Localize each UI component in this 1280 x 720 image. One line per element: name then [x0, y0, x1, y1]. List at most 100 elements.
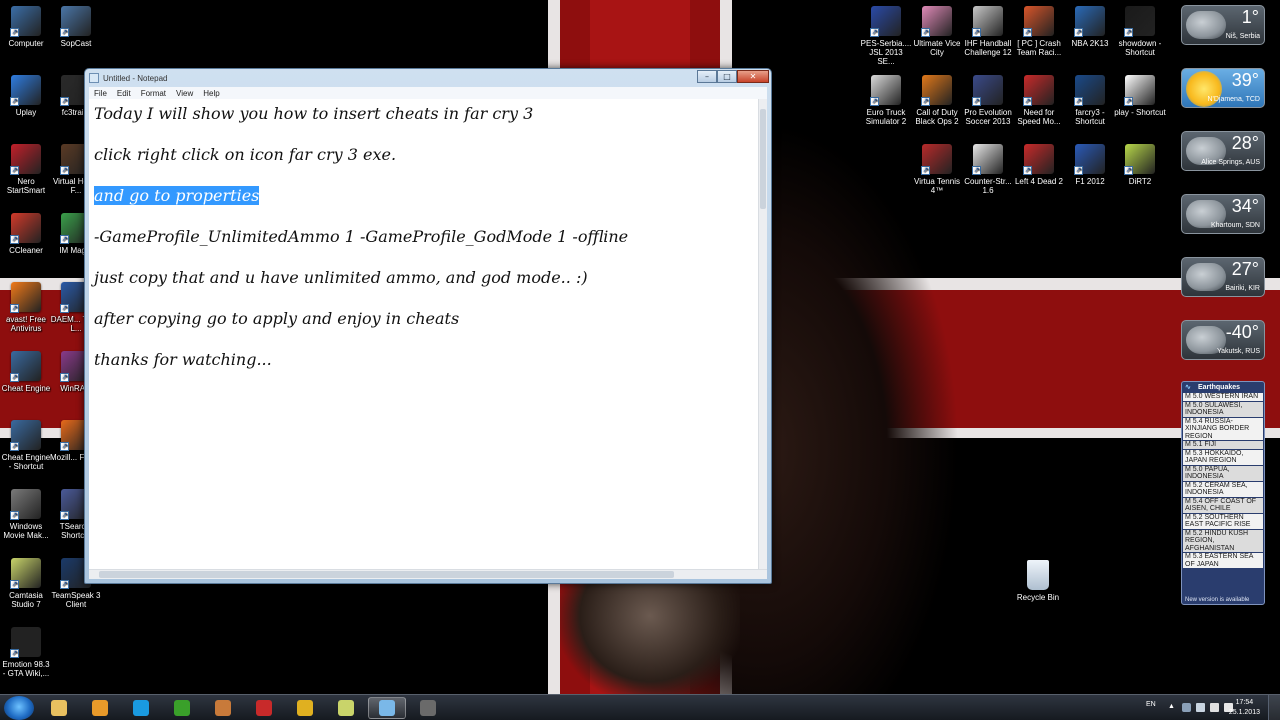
desktop-icon-label: Left 4 Dead 2	[1014, 177, 1064, 186]
desktop-icon-movie-maker[interactable]: ↗ Windows Movie Mak...	[0, 489, 52, 540]
desktop-icon-cheat-engine[interactable]: ↗ Cheat Engine	[0, 351, 52, 393]
desktop-icon-f1[interactable]: ↗ F1 2012	[1064, 144, 1116, 186]
text-editor-area[interactable]: Today I will show you how to insert chea…	[89, 99, 767, 569]
pes2013-icon: ↗	[972, 75, 1003, 106]
taskbar-button-game[interactable]	[409, 697, 447, 719]
desktop-icon-nfs[interactable]: ↗ Need for Speed Mo...	[1013, 75, 1065, 126]
weather-gadget[interactable]: 39° N'Djamena, TCD	[1181, 68, 1265, 108]
earthquake-item[interactable]: M 5.0 SULAWESI, INDONESIA	[1183, 401, 1263, 417]
desktop-icon-label: Euro Truck Simulator 2	[865, 108, 907, 126]
vertical-scroll-thumb[interactable]	[760, 109, 766, 209]
desktop-icon-label: Cheat Engine	[1, 384, 51, 393]
taskbar-button-utorrent[interactable]	[163, 697, 201, 719]
desktop-icon-counter-strike[interactable]: ↗ Counter-Str... 1.6	[962, 144, 1014, 195]
taskbar-button-media-player[interactable]	[81, 697, 119, 719]
menu-help[interactable]: Help	[198, 89, 224, 98]
movie-maker-icon: ↗	[10, 489, 41, 520]
desktop-icon-cod[interactable]: ↗ Call of Duty Black Ops 2	[911, 75, 963, 126]
earthquake-item[interactable]: M 5.0 PAPUA, INDONESIA	[1183, 465, 1263, 481]
earthquakes-footer[interactable]: New version is available	[1185, 597, 1249, 603]
maximize-button[interactable]: □	[717, 70, 737, 83]
show-hidden-icons-icon[interactable]: ▲	[1168, 703, 1177, 712]
desktop-icon-nba[interactable]: ↗ NBA 2K13	[1064, 6, 1116, 48]
desktop-icon-ccleaner[interactable]: ↗ CCleaner	[0, 213, 52, 255]
desktop-icon-emotion[interactable]: ↗ Emotion 98.3 - GTA Wiki,...	[0, 627, 52, 678]
weather-gadget[interactable]: 27° Bairiki, KIR	[1181, 257, 1265, 297]
vertical-scrollbar[interactable]	[758, 99, 767, 569]
close-button[interactable]: ✕	[737, 70, 769, 83]
desktop-icon-avast[interactable]: ↗ avast! Free Antivirus	[0, 282, 52, 333]
recycle-bin[interactable]: Recycle Bin	[1012, 560, 1064, 602]
language-indicator[interactable]: EN	[1146, 701, 1156, 708]
notepad-window[interactable]: Untitled - Notepad – □ ✕ File Edit Forma…	[84, 68, 772, 584]
desktop-icon-crash-team[interactable]: ↗ [ PC ] Crash Team Raci...	[1013, 6, 1065, 57]
shortcut-arrow-icon: ↗	[60, 511, 69, 520]
desktop-icon-virtua-tennis[interactable]: ↗ Virtua Tennis 4™	[911, 144, 963, 195]
earthquake-item[interactable]: M 5.2 SOUTHERN EAST PACIFIC RISE	[1183, 513, 1263, 529]
desktop-icon-nero[interactable]: ↗ Nero StartSmart	[0, 144, 52, 195]
taskbar-button-explorer[interactable]	[40, 697, 78, 719]
desktop-icon-showdown[interactable]: ↗ showdown - Shortcut	[1114, 6, 1166, 57]
desktop-icon-l4d2[interactable]: ↗ Left 4 Dead 2	[1013, 144, 1065, 186]
desktop-icon-camtasia[interactable]: ↗ Camtasia Studio 7	[0, 558, 52, 609]
desktop-icon-pes2013[interactable]: ↗ Pro Evolution Soccer 2013	[962, 75, 1014, 126]
network-icon[interactable]	[1196, 703, 1205, 712]
taskbar-button-notepad[interactable]	[368, 697, 406, 719]
weather-temperature: 27°	[1231, 259, 1259, 279]
desktop-icon-euro-truck[interactable]: ↗ Euro Truck Simulator 2	[860, 75, 912, 126]
notepad-titlebar[interactable]: Untitled - Notepad	[85, 69, 771, 87]
weather-gadget[interactable]: 34° Khartoum, SDN	[1181, 194, 1265, 234]
desktop-icon-uplay[interactable]: ↗ Uplay	[0, 75, 52, 117]
desktop-icon-cheat-engine-shortcut[interactable]: ↗ Cheat Engine - Shortcut	[0, 420, 52, 471]
earthquake-item[interactable]: M 5.4 RUSSIA-XINJIANG BORDER REGION	[1183, 417, 1263, 440]
taskbar-button-tool[interactable]	[204, 697, 242, 719]
earthquake-item[interactable]: M 5.0 WESTERN IRAN	[1183, 393, 1263, 401]
earthquakes-gadget[interactable]: ∿ Earthquakes M 5.0 WESTERN IRAN M 5.0 SU…	[1181, 381, 1265, 605]
flag-icon[interactable]	[1210, 703, 1219, 712]
menu-edit[interactable]: Edit	[112, 89, 136, 98]
text-line[interactable]: thanks for watching...	[94, 350, 272, 369]
desktop-icon-dirt2[interactable]: ↗ DiRT2	[1114, 144, 1166, 186]
text-line[interactable]: after copying go to apply and enjoy in c…	[94, 309, 459, 328]
menu-format[interactable]: Format	[136, 89, 171, 98]
taskbar-button-recorder[interactable]	[245, 697, 283, 719]
weather-temperature: 34°	[1231, 196, 1259, 216]
minimize-button[interactable]: –	[697, 70, 717, 83]
taskbar-button-chrome[interactable]	[286, 697, 324, 719]
desktop-icon-farcry3[interactable]: ↗ farcry3 - Shortcut	[1064, 75, 1116, 126]
weather-gadget[interactable]: 1° Niš, Serbia	[1181, 5, 1265, 45]
earthquake-item[interactable]: M 5.3 HOKKAIDO, JAPAN REGION	[1183, 449, 1263, 465]
earthquake-item[interactable]: M 5.2 CERAM SEA, INDONESIA	[1183, 481, 1263, 497]
weather-gadget[interactable]: 28° Alice Springs, AUS	[1181, 131, 1265, 171]
selected-text-line[interactable]: and go to properties	[94, 186, 260, 205]
weather-gadget[interactable]: -40° Yakutsk, RUS	[1181, 320, 1265, 360]
desktop-icon-sopcast[interactable]: ↗ SopCast	[50, 6, 102, 48]
horizontal-scroll-thumb[interactable]	[99, 571, 674, 578]
desktop-icon-play[interactable]: ↗ play - Shortcut	[1114, 75, 1166, 117]
earthquake-item[interactable]: M 5.1 FIJI	[1183, 441, 1263, 449]
shortcut-arrow-icon: ↗	[921, 28, 930, 37]
start-button[interactable]	[4, 696, 34, 720]
earthquake-item[interactable]: M 5.3 EASTERN SEA OF JAPAN	[1183, 553, 1263, 568]
desktop-icon-vice-city[interactable]: ↗ Ultimate Vice City	[911, 6, 963, 57]
taskbar-button-camtasia[interactable]	[327, 697, 365, 719]
earthquake-item[interactable]: M 5.4 OFF COAST OF AISEN, CHILE	[1183, 497, 1263, 513]
desktop-icon-label: Call of Duty Black Ops 2	[915, 108, 959, 126]
tray-app-icon[interactable]	[1182, 703, 1191, 712]
text-line[interactable]: just copy that and u have unlimited ammo…	[94, 268, 588, 287]
text-line[interactable]: -GameProfile_UnlimitedAmmo 1 -GameProfil…	[94, 227, 628, 246]
taskbar-button-skype[interactable]	[122, 697, 160, 719]
cheat-engine-shortcut-icon: ↗	[10, 420, 41, 451]
horizontal-scrollbar[interactable]	[89, 569, 767, 579]
menu-view[interactable]: View	[171, 89, 198, 98]
text-line[interactable]: Today I will show you how to insert chea…	[94, 104, 533, 123]
clock[interactable]: 17:54 25.1.2013	[1229, 698, 1260, 718]
shortcut-arrow-icon: ↗	[10, 304, 19, 313]
text-line[interactable]: click right click on icon far cry 3 exe.	[94, 145, 396, 164]
desktop-icon-pes[interactable]: ↗ PES-Serbia.... JSL 2013 SE...	[860, 6, 912, 66]
earthquake-item[interactable]: M 5.2 HINDU KUSH REGION, AFGHANISTAN	[1183, 529, 1263, 552]
menu-file[interactable]: File	[89, 89, 112, 98]
show-desktop-button[interactable]	[1268, 695, 1280, 720]
desktop-icon-computer[interactable]: ↗ Computer	[0, 6, 52, 48]
desktop-icon-ihf-handball[interactable]: ↗ IHF Handball Challenge 12	[962, 6, 1014, 57]
